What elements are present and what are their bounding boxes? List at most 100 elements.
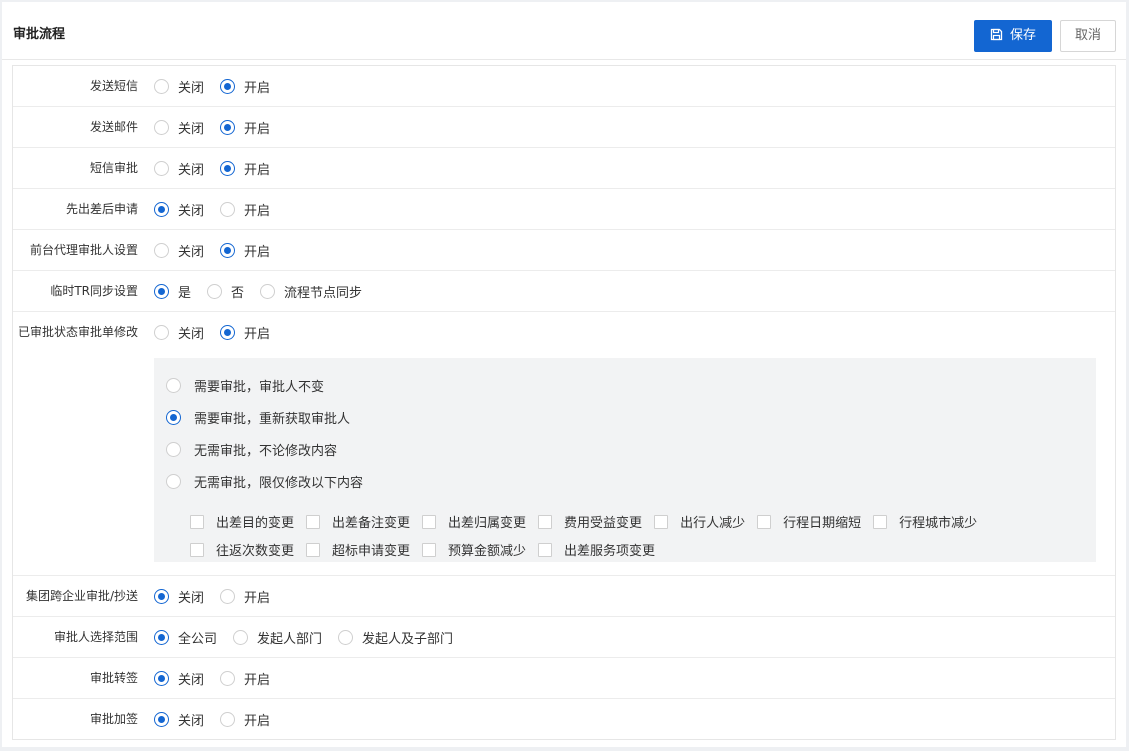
radio-button[interactable]: [154, 120, 169, 135]
radio-button[interactable]: [207, 284, 223, 299]
checkbox-date-shorten[interactable]: 行程日期缩短: [757, 512, 861, 531]
setting-label: 发送邮件: [89, 120, 138, 134]
checkbox[interactable]: [538, 542, 553, 557]
radio-option-off[interactable]: 关闭: [154, 710, 204, 729]
radio-option-on[interactable]: 开启: [220, 710, 270, 729]
checkbox[interactable]: [422, 514, 437, 529]
checkbox-trip-note[interactable]: 出差备注变更: [306, 512, 410, 531]
save-button[interactable]: 保存: [974, 20, 1052, 52]
checkbox-trip-owner[interactable]: 出差归属变更: [422, 512, 526, 531]
radio-option-on[interactable]: 开启: [220, 118, 270, 137]
checkbox[interactable]: [757, 514, 772, 529]
radio-option-on[interactable]: 开启: [220, 669, 270, 688]
radio-option-yes[interactable]: 是: [154, 282, 191, 301]
radio-option-on[interactable]: 开启: [220, 159, 270, 178]
radio-button[interactable]: [154, 79, 169, 94]
checkbox-label: 出差服务项变更: [564, 544, 656, 559]
checkbox-traveler-reduce[interactable]: 出行人减少: [654, 512, 745, 531]
checkbox[interactable]: [654, 514, 669, 529]
radio-option-company[interactable]: 全公司: [154, 628, 217, 647]
radio-group: 关闭 开启: [154, 107, 286, 148]
radio-button[interactable]: [260, 284, 276, 299]
checkbox[interactable]: [306, 514, 321, 529]
radio-label: 无需审批，限仅修改以下内容: [194, 476, 364, 491]
radio-button[interactable]: [154, 243, 169, 258]
checkbox[interactable]: [190, 514, 204, 529]
checkbox-city-reduce[interactable]: 行程城市减少: [873, 512, 977, 531]
checkbox-label: 往返次数变更: [216, 544, 295, 559]
setting-label: 前台代理审批人设置: [29, 243, 138, 257]
radio-option-off[interactable]: 关闭: [154, 200, 204, 219]
modify-option-no-approval-any[interactable]: 无需审批，不论修改内容: [166, 440, 337, 459]
checkbox-service-item[interactable]: 出差服务项变更: [538, 540, 655, 559]
radio-option-on[interactable]: 开启: [220, 241, 270, 260]
setting-label: 已审批状态审批单修改: [17, 325, 138, 339]
checkbox-trip-purpose[interactable]: 出差目的变更: [190, 512, 294, 531]
radio-label: 开启: [244, 81, 271, 96]
radio-button[interactable]: [166, 378, 181, 393]
radio-option-off[interactable]: 关闭: [154, 241, 204, 260]
setting-label: 临时TR同步设置: [50, 284, 138, 298]
radio-option-off[interactable]: 关闭: [154, 159, 204, 178]
radio-button-selected[interactable]: [220, 120, 236, 135]
radio-button-selected[interactable]: [154, 712, 169, 727]
radio-button-selected[interactable]: [154, 589, 169, 604]
radio-button[interactable]: [220, 671, 236, 686]
radio-option-initiator-dept[interactable]: 发起人部门: [233, 628, 322, 647]
radio-label: 关闭: [178, 163, 205, 178]
checkbox-budget-reduce[interactable]: 预算金额减少: [422, 540, 526, 559]
checkbox[interactable]: [306, 542, 321, 557]
radio-option-off[interactable]: 关闭: [154, 587, 204, 606]
radio-option-off[interactable]: 关闭: [154, 77, 204, 96]
radio-button-selected[interactable]: [154, 630, 169, 645]
radio-option-node-sync[interactable]: 流程节点同步: [260, 282, 362, 301]
radio-option-off[interactable]: 关闭: [154, 118, 204, 137]
radio-option-on[interactable]: 开启: [220, 323, 270, 342]
radio-button-selected[interactable]: [154, 284, 169, 299]
radio-option-on[interactable]: 开启: [220, 200, 270, 219]
checkbox[interactable]: [190, 542, 204, 557]
radio-option-on[interactable]: 开启: [220, 77, 270, 96]
radio-option-no[interactable]: 否: [207, 282, 244, 301]
setting-label: 集团跨企业审批/抄送: [25, 589, 138, 603]
radio-button[interactable]: [233, 630, 249, 645]
radio-button-selected[interactable]: [220, 161, 236, 176]
checkbox-label: 预算金额减少: [448, 544, 527, 559]
radio-button-selected[interactable]: [166, 410, 181, 425]
radio-option-on[interactable]: 开启: [220, 587, 270, 606]
radio-button-selected[interactable]: [154, 671, 169, 686]
radio-button[interactable]: [166, 442, 181, 457]
radio-button-selected[interactable]: [220, 243, 236, 258]
radio-option-off[interactable]: 关闭: [154, 323, 204, 342]
checkbox-round-trip-count[interactable]: 往返次数变更: [190, 540, 294, 559]
modify-option-need-approval-same[interactable]: 需要审批，审批人不变: [166, 376, 324, 395]
radio-option-off[interactable]: 关闭: [154, 669, 204, 688]
checkbox[interactable]: [873, 514, 888, 529]
radio-button-selected[interactable]: [154, 202, 169, 217]
radio-group: 是 否 流程节点同步: [154, 271, 378, 312]
radio-button[interactable]: [154, 161, 169, 176]
radio-button[interactable]: [166, 474, 181, 489]
checkbox-cost-beneficiary[interactable]: 费用受益变更: [538, 512, 642, 531]
radio-button-selected[interactable]: [220, 325, 236, 340]
radio-button[interactable]: [338, 630, 354, 645]
radio-option-initiator-subdept[interactable]: 发起人及子部门: [338, 628, 453, 647]
radio-label: 关闭: [178, 81, 205, 96]
setting-label: 审批转签: [89, 671, 138, 685]
checkbox[interactable]: [422, 542, 437, 557]
checkbox[interactable]: [538, 514, 553, 529]
radio-button[interactable]: [154, 325, 169, 340]
modify-option-need-approval-refetch[interactable]: 需要审批，重新获取审批人: [166, 408, 350, 427]
radio-button[interactable]: [220, 202, 236, 217]
radio-button[interactable]: [220, 589, 236, 604]
cancel-button[interactable]: 取消: [1060, 20, 1116, 52]
radio-label: 开启: [244, 714, 271, 729]
setting-row-send-sms: 发送短信 关闭 开启: [13, 66, 1115, 107]
radio-button-selected[interactable]: [220, 79, 236, 94]
setting-row-approval-add-sign: 审批加签 关闭 开启: [13, 699, 1115, 740]
checkbox-over-standard[interactable]: 超标申请变更: [306, 540, 410, 559]
radio-button[interactable]: [220, 712, 236, 727]
modify-option-no-approval-limited[interactable]: 无需审批，限仅修改以下内容: [166, 472, 363, 491]
radio-label: 关闭: [178, 591, 205, 606]
radio-label: 流程节点同步: [284, 286, 363, 301]
